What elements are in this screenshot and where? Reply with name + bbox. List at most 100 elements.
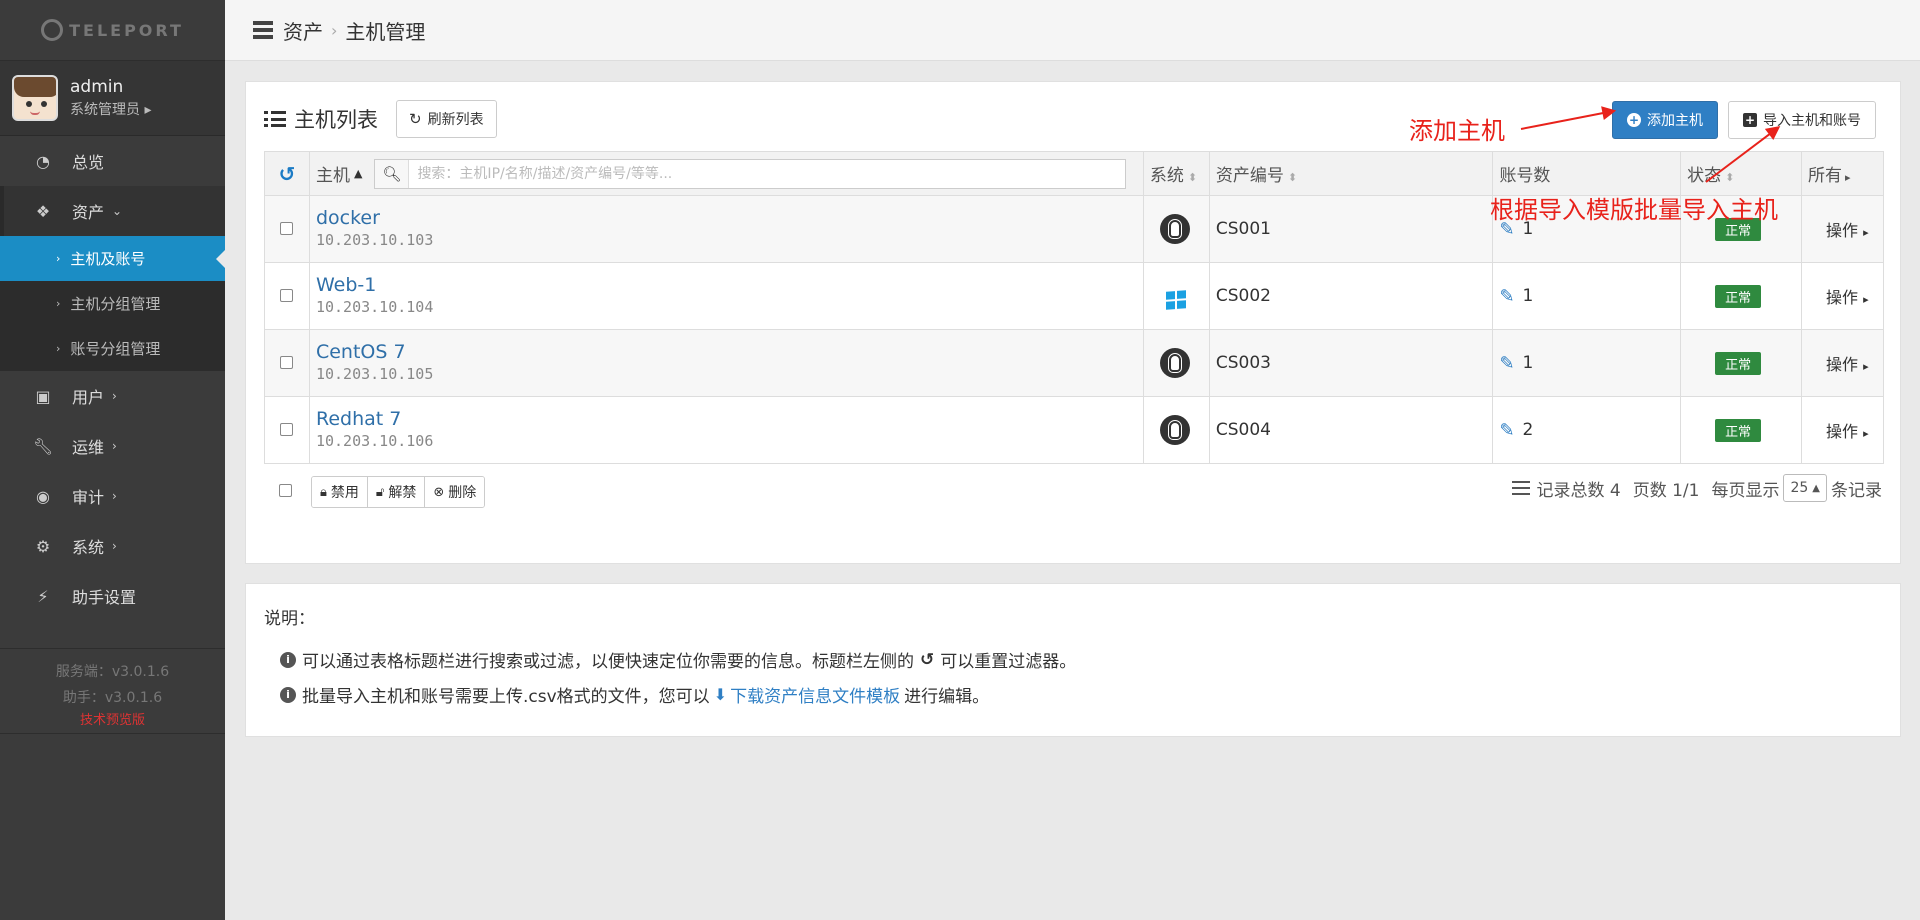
- per-page-select[interactable]: 25 ▲: [1783, 474, 1827, 502]
- user-name: admin: [70, 77, 124, 97]
- sort-asc-icon[interactable]: ▲: [354, 167, 362, 180]
- enable-label: 解禁: [388, 485, 417, 501]
- account-count[interactable]: ✎ 1: [1499, 353, 1674, 374]
- remove-circle-icon: ⊗: [433, 484, 445, 500]
- download-icon: ⬇: [713, 685, 728, 704]
- eye-icon: ◉: [36, 486, 50, 506]
- system-column-header[interactable]: 系统 ⬍: [1142, 151, 1210, 196]
- select-all-checkbox[interactable]: [279, 484, 292, 497]
- search-input[interactable]: [409, 159, 1126, 188]
- sort-icon: ⬍: [1287, 171, 1298, 184]
- caret-right-icon: ▸: [1845, 171, 1851, 184]
- asset-no-header-label: 资产编号: [1215, 166, 1284, 186]
- row-action-label: 操作: [1826, 221, 1859, 240]
- table-row: Web-1 10.203.10.104 CS002 ✎ 1 正常 操作 ▸: [264, 262, 1884, 330]
- teleport-logo-icon: [41, 19, 64, 41]
- sidebar-item-audit[interactable]: ◉ 审计 ›: [0, 471, 225, 521]
- lock-icon: 🔒︎: [320, 484, 327, 500]
- plus-square-icon: +: [1743, 113, 1757, 127]
- system-header-label: 系统: [1149, 166, 1184, 186]
- host-name-link[interactable]: CentOS 7: [316, 341, 1137, 363]
- account-count[interactable]: ✎ 1: [1499, 286, 1674, 307]
- sidebar-item-label: 用户: [72, 388, 105, 407]
- dashboard-icon: ◔: [36, 151, 50, 171]
- row-action-menu[interactable]: 操作 ▸: [1826, 422, 1869, 441]
- sidebar-item-assets[interactable]: ❖ 资产 ⌄: [0, 186, 225, 236]
- table-row: CentOS 7 10.203.10.105 CS003 ✎ 1 正常 操作 ▸: [264, 329, 1884, 397]
- sidebar-item-users[interactable]: ▣ 用户 ›: [0, 371, 225, 421]
- add-host-button[interactable]: + 添加主机: [1612, 101, 1718, 139]
- row-action-menu[interactable]: 操作 ▸: [1826, 288, 1869, 307]
- sidebar-item-label: 系统: [72, 538, 105, 557]
- refresh-list-button[interactable]: ↻ 刷新列表: [396, 100, 497, 138]
- row-checkbox[interactable]: [280, 288, 294, 302]
- import-hosts-button[interactable]: + 导入主机和账号: [1728, 101, 1876, 139]
- logo[interactable]: TELEPORT: [0, 0, 225, 61]
- delete-button[interactable]: ⊗ 删除: [425, 477, 485, 507]
- avatar: [12, 75, 58, 121]
- user-box[interactable]: admin 系统管理员 ▸: [0, 61, 225, 136]
- host-ip: 10.203.10.103: [315, 231, 434, 249]
- page-count: 页数 1/1: [1632, 480, 1700, 501]
- sidebar-subitem-hosts-accounts[interactable]: › 主机及账号: [0, 236, 225, 281]
- host-header-label[interactable]: 主机: [316, 161, 350, 186]
- host-search: 🔍︎: [374, 158, 1127, 189]
- assist-version: 助手：v3.0.1.6: [62, 690, 163, 706]
- breadcrumb-root[interactable]: 资产: [283, 16, 323, 45]
- assets-submenu: › 主机及账号 › 主机分组管理 › 账号分组管理: [0, 236, 225, 371]
- host-name-link[interactable]: Redhat 7: [316, 408, 1137, 430]
- edit-icon: ✎: [1499, 285, 1515, 307]
- host-name-link[interactable]: docker: [316, 207, 1137, 229]
- row-action-menu[interactable]: 操作 ▸: [1826, 355, 1869, 374]
- row-action-menu[interactable]: 操作 ▸: [1826, 221, 1869, 240]
- sort-icon: ⬍: [1725, 171, 1735, 184]
- row-checkbox[interactable]: [280, 422, 294, 436]
- chevron-right-icon: ›: [56, 342, 61, 355]
- chevron-right-icon: ›: [56, 252, 61, 265]
- account-count-value: 1: [1522, 353, 1534, 373]
- sidebar-item-assistant-settings[interactable]: ⚡︎ 助手设置: [0, 571, 225, 621]
- reset-filter-icon: ↺: [920, 649, 935, 670]
- wrench-icon: 🔧︎: [32, 436, 54, 456]
- host-ip: 10.203.10.106: [315, 432, 434, 450]
- sidebar-item-system[interactable]: ⚙ 系统 ›: [0, 521, 225, 571]
- annotation-import-hint: 根据导入模版批量导入主机: [1490, 196, 1778, 224]
- server-icon: [253, 21, 273, 39]
- asset-no: CS004: [1215, 420, 1271, 440]
- status-header-label: 状态: [1687, 166, 1722, 186]
- sidebar-subitem-host-groups[interactable]: › 主机分组管理: [0, 281, 225, 326]
- per-page-label: 每页显示: [1711, 480, 1780, 501]
- asset-no-column-header[interactable]: 资产编号 ⬍: [1208, 151, 1494, 196]
- host-ip: 10.203.10.105: [315, 365, 434, 383]
- caret-right-icon: ▸: [1863, 427, 1869, 440]
- status-filter[interactable]: 所有 ▸: [1801, 151, 1884, 196]
- account-count[interactable]: ✎ 2: [1499, 420, 1674, 441]
- status-filter-label: 所有: [1808, 166, 1843, 186]
- status-column-header[interactable]: 状态 ⬍: [1680, 151, 1803, 196]
- page-title: 主机列表: [264, 104, 378, 134]
- chevron-right-icon: ›: [112, 389, 117, 403]
- sidebar-subitem-account-groups[interactable]: › 账号分组管理: [0, 326, 225, 371]
- row-checkbox[interactable]: [280, 355, 294, 369]
- chevron-right-icon: ›: [112, 439, 117, 453]
- sidebar: TELEPORT admin 系统管理员 ▸ ◔ 总览 ❖ 资产 ⌄ › 主机及…: [0, 0, 225, 920]
- info-icon: i: [280, 651, 296, 668]
- row-checkbox[interactable]: [280, 221, 294, 235]
- user-role-menu[interactable]: 系统管理员 ▸: [70, 99, 151, 119]
- per-page-value: 25: [1790, 480, 1809, 496]
- disable-button[interactable]: 🔒︎ 禁用: [312, 477, 368, 507]
- total-records: 记录总数 4: [1536, 480, 1621, 501]
- note-text: 进行编辑。: [904, 687, 990, 707]
- disable-label: 禁用: [330, 485, 359, 501]
- notes-panel: 说明： i 可以通过表格标题栏进行搜索或过滤，以便快速定位你需要的信息。标题栏左…: [245, 583, 1901, 737]
- caret-right-icon: ▸: [1863, 226, 1869, 239]
- host-name-link[interactable]: Web-1: [316, 274, 1137, 296]
- list-icon: [264, 111, 286, 127]
- download-template-label: 下载资产信息文件模板: [730, 687, 901, 707]
- sidebar-item-dashboard[interactable]: ◔ 总览: [0, 136, 225, 186]
- enable-button[interactable]: 🔓︎ 解禁: [367, 477, 426, 507]
- linux-icon: [1159, 214, 1190, 244]
- download-template-link[interactable]: ⬇ 下载资产信息文件模板: [714, 682, 900, 707]
- sidebar-item-ops[interactable]: 🔧︎ 运维 ›: [0, 421, 225, 471]
- reset-filter-icon[interactable]: ↺: [279, 162, 296, 186]
